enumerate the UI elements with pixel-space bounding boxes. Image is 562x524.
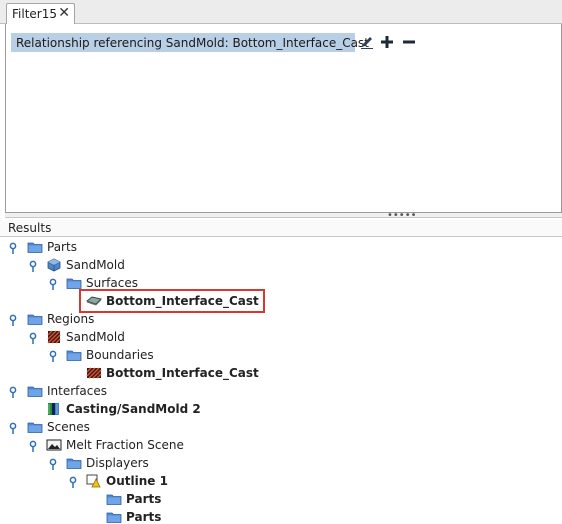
interface-icon [48, 403, 59, 415]
tree-item-label: Regions [47, 312, 95, 326]
tree-toggle-icon[interactable] [49, 350, 59, 364]
folder-icon [66, 458, 82, 469]
relationship-label: Relationship referencing SandMold: Botto… [16, 35, 369, 50]
tab-strip: Filter15 ✕ [0, 0, 562, 24]
minus-icon[interactable] [400, 33, 418, 51]
tree-item-parts-child[interactable]: Parts [106, 490, 161, 508]
highlight-box [79, 289, 265, 313]
folder-icon [27, 386, 43, 397]
tree-item-displayers[interactable]: Displayers [66, 454, 149, 472]
splitter[interactable]: ••••• [5, 211, 562, 221]
tree-item-label: Parts [47, 240, 77, 254]
tree-item-regions[interactable]: Regions [27, 310, 94, 328]
close-icon[interactable]: ✕ [58, 6, 70, 21]
tree-item-melt-fraction-scene[interactable]: Melt Fraction Scene [46, 436, 184, 454]
tree-toggle-icon[interactable] [69, 476, 79, 490]
tree-item-label: Parts [126, 492, 162, 506]
tree-item-sandmold-part[interactable]: SandMold [46, 256, 125, 274]
region-icon [47, 330, 61, 344]
tree-item-parts[interactable]: Parts [27, 238, 77, 256]
folder-icon [66, 278, 82, 289]
part-cube-icon [47, 258, 61, 272]
tree-toggle-icon[interactable] [9, 422, 19, 436]
tree-item-casting-sandmold-2[interactable]: Casting/SandMold 2 [46, 400, 201, 418]
tab-filter15[interactable]: Filter15 ✕ [6, 3, 75, 24]
tree-item-label: Melt Fraction Scene [66, 438, 184, 452]
tree-toggle-icon[interactable] [9, 314, 19, 328]
filter-panel: Relationship referencing SandMold: Botto… [5, 24, 562, 212]
tree-item-label: Interfaces [47, 384, 107, 398]
tree-item-scenes[interactable]: Scenes [27, 418, 90, 436]
tree-item-sandmold-region[interactable]: SandMold [46, 328, 125, 346]
tree-item-label: Scenes [47, 420, 90, 434]
tree-item-outline-1[interactable]: Outline 1 [86, 472, 168, 490]
tab-label: Filter15 [12, 7, 57, 21]
scene-icon [46, 439, 62, 451]
tree-toggle-icon[interactable] [29, 440, 39, 454]
pencil-icon[interactable] [358, 33, 376, 51]
folder-icon [106, 512, 122, 523]
tree-toggle-icon[interactable] [29, 332, 39, 346]
tree-item-label: Parts [126, 510, 162, 524]
tree-item-interfaces[interactable]: Interfaces [27, 382, 107, 400]
tree-item-boundaries[interactable]: Boundaries [66, 346, 154, 364]
folder-icon [27, 314, 43, 325]
tree-item-label: Outline 1 [106, 474, 168, 488]
folder-icon [66, 350, 82, 361]
tree-toggle-icon[interactable] [9, 242, 19, 256]
tree-toggle-icon[interactable] [29, 260, 39, 274]
splitter-grip[interactable]: ••••• [387, 211, 417, 221]
folder-icon [27, 422, 43, 433]
tree-item-label: Boundaries [86, 348, 154, 362]
folder-icon [106, 494, 122, 505]
tree-toggle-icon[interactable] [49, 278, 59, 292]
boundary-icon [86, 367, 102, 379]
tree-item-label: Surfaces [86, 276, 138, 290]
tree-toggle-icon[interactable] [49, 458, 59, 472]
tree-item-label: SandMold [66, 258, 125, 272]
tree-toggle-icon[interactable] [9, 386, 19, 400]
plus-icon[interactable] [378, 33, 396, 51]
tree-item-label: Displayers [86, 456, 149, 470]
tree-item-label: Bottom_Interface_Cast [106, 366, 259, 380]
relationship-item[interactable]: Relationship referencing SandMold: Botto… [11, 33, 369, 52]
outline-displayer-icon [86, 474, 101, 488]
tree-item-label: Casting/SandMold 2 [66, 402, 201, 416]
tree-item-parts-child[interactable]: Parts [106, 508, 161, 524]
results-header: Results [0, 220, 562, 237]
tree-item-label: SandMold [66, 330, 125, 344]
tree-item-bottom-interface-cast-boundary[interactable]: Bottom_Interface_Cast [86, 364, 259, 382]
folder-icon [27, 242, 43, 253]
